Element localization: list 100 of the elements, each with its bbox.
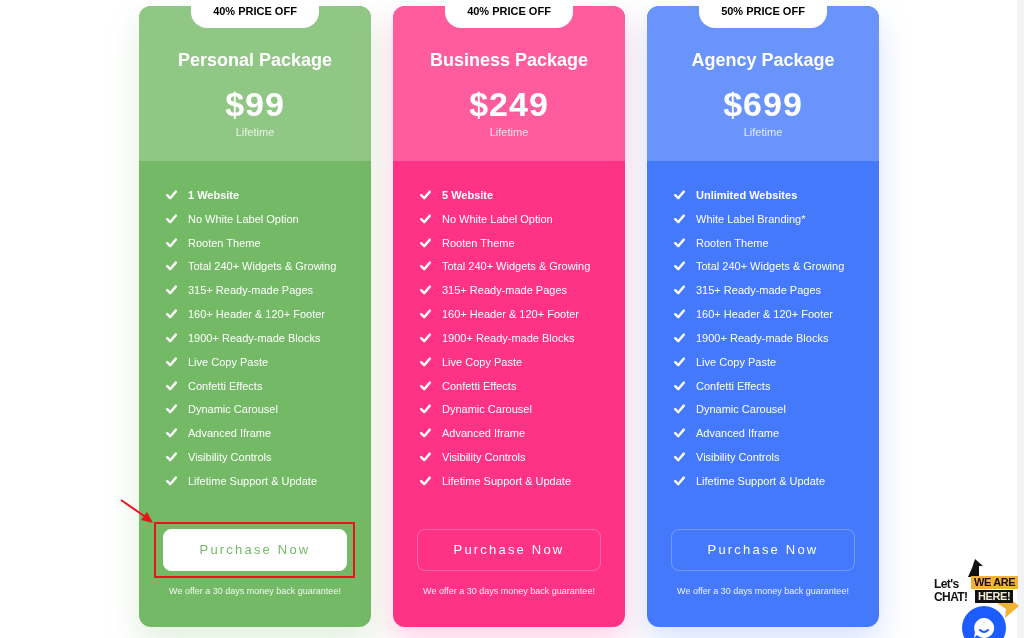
check-icon xyxy=(674,285,685,296)
price-term: Lifetime xyxy=(743,125,783,139)
guarantee-note: We offer a 30 days money back guarantee! xyxy=(168,584,342,597)
check-icon xyxy=(674,356,685,367)
check-icon xyxy=(166,237,177,248)
check-icon xyxy=(674,189,685,200)
check-icon xyxy=(420,189,431,200)
feature-text: Visibility Controls xyxy=(188,450,272,464)
plan-price: $249 xyxy=(469,85,549,123)
check-icon xyxy=(166,428,177,439)
feature-text: Lifetime Support & Update xyxy=(696,473,826,488)
chat-bubble-icon xyxy=(973,617,995,638)
feature-text: Live Copy Paste xyxy=(442,354,523,369)
check-icon xyxy=(674,452,685,462)
feature-text: 1900+ Ready-made Blocks xyxy=(188,330,321,345)
feature-text: 315+ Ready-made Pages xyxy=(696,283,822,298)
feature-text: Live Copy Paste xyxy=(696,354,777,369)
feature-text: White Label Branding* xyxy=(696,211,806,226)
check-icon xyxy=(420,261,431,272)
feature-text: Advanced Iframe xyxy=(188,426,272,441)
check-icon xyxy=(420,285,431,296)
check-icon xyxy=(420,404,431,415)
check-icon xyxy=(166,404,177,415)
price-term: Lifetime xyxy=(235,125,275,139)
feature-text: 315+ Ready-made Pages xyxy=(188,283,314,298)
feature-text: Visibility Controls xyxy=(442,450,526,464)
feature-text: Total 240+ Widgets & Growing xyxy=(188,259,337,274)
feature-text: Advanced Iframe xyxy=(696,426,780,441)
feature-text: Dynamic Carousel xyxy=(442,402,532,417)
feature-text: 315+ Ready-made Pages xyxy=(442,283,568,298)
check-icon xyxy=(674,309,685,320)
check-icon xyxy=(674,475,685,486)
purchase-button[interactable]: Purchase Now xyxy=(417,528,601,571)
plan-name: Agency Package xyxy=(691,49,835,72)
feature-text: No White Label Option xyxy=(442,211,553,226)
check-icon xyxy=(166,213,177,224)
feature-text: Live Copy Paste xyxy=(188,354,269,369)
check-icon xyxy=(166,309,177,320)
check-icon xyxy=(674,213,685,224)
plan-name: Personal Package xyxy=(177,49,333,72)
check-icon xyxy=(166,356,177,367)
chat-caption: Let's xyxy=(934,578,959,591)
check-icon xyxy=(420,213,431,224)
check-icon xyxy=(420,428,431,439)
arrow-icon xyxy=(120,498,154,524)
flag-icon xyxy=(966,559,983,577)
chat-banner: WE ARE xyxy=(971,576,1019,589)
guarantee-note: We offer a 30 days money back guarantee! xyxy=(422,584,596,597)
feature-text: Lifetime Support & Update xyxy=(442,473,572,488)
check-icon xyxy=(420,356,431,367)
check-icon xyxy=(674,261,685,272)
check-icon xyxy=(674,404,685,415)
check-icon xyxy=(420,237,431,248)
feature-text: Dynamic Carousel xyxy=(188,402,278,417)
feature-text: Unlimited Websites xyxy=(696,187,798,202)
check-icon xyxy=(420,452,431,462)
feature-text: Total 240+ Widgets & Growing xyxy=(442,259,591,274)
chat-launcher-button[interactable] xyxy=(962,606,1006,638)
check-icon xyxy=(674,237,685,248)
feature-text: Rooten Theme xyxy=(696,235,769,250)
check-icon xyxy=(166,475,177,486)
plan-price: $99 xyxy=(225,85,285,123)
check-icon xyxy=(420,475,431,486)
feature-text: Rooten Theme xyxy=(188,235,261,250)
feature-text: 1900+ Ready-made Blocks xyxy=(442,330,575,345)
purchase-button[interactable]: Purchase Now xyxy=(671,528,855,571)
chat-banner: HERE! xyxy=(975,590,1014,603)
chat-caption: CHAT! xyxy=(934,591,968,604)
feature-text: 5 Website xyxy=(442,187,494,202)
price-term: Lifetime xyxy=(489,125,529,139)
check-icon xyxy=(674,380,685,391)
feature-text: Dynamic Carousel xyxy=(696,402,786,417)
check-icon xyxy=(420,332,431,343)
feature-text: Advanced Iframe xyxy=(442,426,526,441)
feature-text: 1900+ Ready-made Blocks xyxy=(696,330,829,345)
ribbon-tail-icon xyxy=(997,601,1019,618)
feature-text: Confetti Effects xyxy=(442,378,517,393)
plan-name: Business Package xyxy=(429,49,589,72)
feature-text: Rooten Theme xyxy=(442,235,515,250)
check-icon xyxy=(420,380,431,391)
check-icon xyxy=(674,428,685,439)
check-icon xyxy=(420,309,431,320)
purchase-button[interactable]: Purchase Now xyxy=(163,528,347,571)
check-icon xyxy=(166,332,177,343)
check-icon xyxy=(166,261,177,272)
scrollbar-track[interactable] xyxy=(1017,0,1024,638)
feature-text: 160+ Header & 120+ Footer xyxy=(696,307,833,322)
feature-text: Visibility Controls xyxy=(696,450,780,464)
check-icon xyxy=(166,380,177,391)
feature-text: Lifetime Support & Update xyxy=(188,473,318,488)
feature-text: 160+ Header & 120+ Footer xyxy=(188,307,325,322)
feature-text: Confetti Effects xyxy=(696,378,771,393)
feature-text: 1 Website xyxy=(188,187,240,202)
feature-text: 160+ Header & 120+ Footer xyxy=(442,307,579,322)
feature-text: Total 240+ Widgets & Growing xyxy=(696,259,845,274)
check-icon xyxy=(674,332,685,343)
check-icon xyxy=(166,189,177,200)
check-icon xyxy=(166,285,177,296)
feature-text: No White Label Option xyxy=(188,211,299,226)
check-icon xyxy=(166,452,177,462)
